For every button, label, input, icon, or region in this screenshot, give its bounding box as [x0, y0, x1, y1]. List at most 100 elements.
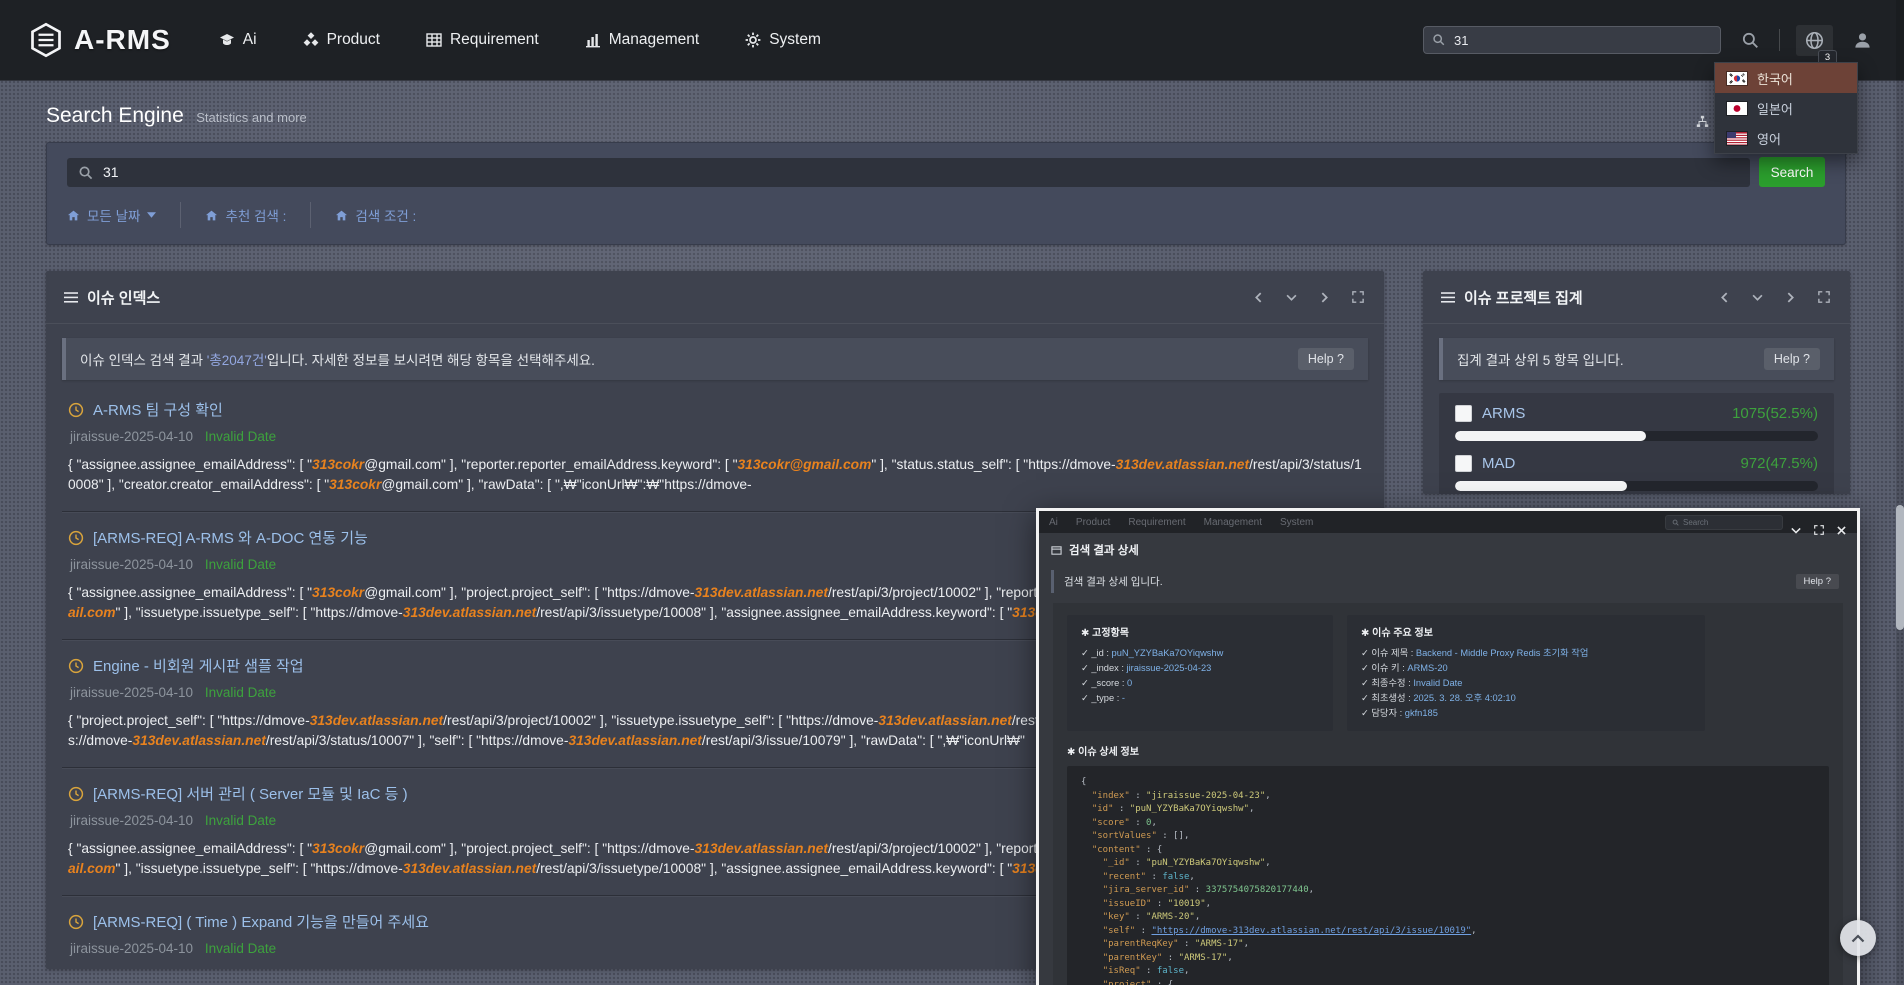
issue-title-link[interactable]: A-RMS 팀 구성 확인: [93, 399, 223, 420]
issue-detail-title: ✱ 이슈 상세 정보: [1067, 743, 1829, 758]
modal-title: 검색 결과 상세: [1069, 542, 1139, 558]
top-navbar: A-RMS Ai Product Requirement Management …: [0, 0, 1904, 80]
modal-maximize-button[interactable]: [1813, 524, 1825, 536]
filter-row: 모든 날짜 추천 검색 : 검색 조건 :: [67, 202, 1825, 228]
search-button[interactable]: Search: [1759, 157, 1825, 187]
help-button[interactable]: Help ?: [1764, 348, 1820, 370]
issue-date: Invalid Date: [205, 941, 276, 956]
page-title-group: Search Engine Statistics and more: [46, 104, 307, 128]
panel-prev-button[interactable]: [1253, 290, 1264, 305]
modal-minimize-button[interactable]: [1790, 524, 1802, 536]
panel-title: 이슈 프로젝트 집계: [1464, 287, 1583, 308]
scrollbar-thumb[interactable]: [1896, 505, 1904, 630]
panel-title-group: 이슈 인덱스: [64, 287, 160, 308]
language-button[interactable]: 3: [1796, 25, 1833, 56]
mini-nav-item: System: [1280, 517, 1313, 528]
nav-item-management[interactable]: Management: [585, 31, 699, 49]
mini-nav-item: Requirement: [1128, 517, 1185, 528]
nav-item-system[interactable]: System: [745, 31, 821, 49]
modal-cards-row: ✱ 고정항목 ✓ _id : puN_YZYBaKa7OYiqwshw ✓ _i…: [1067, 615, 1829, 731]
divider: [310, 202, 311, 228]
checkbox[interactable]: [1455, 455, 1472, 472]
issue-meta: jiraissue-2025-04-10 Invalid Date: [70, 429, 1362, 444]
issue-title-link[interactable]: [ARMS-REQ] A-RMS 와 A-DOC 연동 기능: [93, 527, 368, 548]
user-button[interactable]: [1849, 27, 1876, 54]
project-label: ARMS: [1482, 405, 1525, 422]
scroll-top-button[interactable]: [1840, 920, 1876, 956]
app-screen: A-RMS Ai Product Requirement Management …: [0, 0, 1904, 985]
issue-index-name: jiraissue-2025-04-10: [70, 429, 193, 444]
modal-close-button[interactable]: [1836, 524, 1847, 536]
nav-item-ai[interactable]: Ai: [219, 31, 257, 49]
chevron-down-icon: [1752, 294, 1763, 301]
language-option-label: 한국어: [1757, 69, 1793, 88]
mini-search-label: Search: [1683, 518, 1708, 527]
project-count: 1075(52.5%): [1732, 405, 1818, 422]
panel-controls: [1719, 289, 1832, 305]
japan-flag-icon: [1727, 102, 1747, 115]
chevron-up-icon: [1851, 934, 1865, 943]
fixed-fields-title: ✱ 고정항목: [1081, 624, 1319, 639]
panel-title: 이슈 인덱스: [87, 287, 160, 308]
table-icon: [426, 32, 442, 48]
fixed-fields-card: ✱ 고정항목 ✓ _id : puN_YZYBaKa7OYiqwshw ✓ _i…: [1067, 615, 1333, 731]
chevron-right-icon: [1321, 292, 1328, 303]
issue-list-item[interactable]: A-RMS 팀 구성 확인 jiraissue-2025-04-10 Inval…: [62, 384, 1368, 511]
language-option-korean[interactable]: 한국어: [1715, 63, 1857, 93]
graduation-cap-icon: [219, 32, 235, 48]
cubes-icon: [303, 32, 319, 48]
issue-date: Invalid Date: [205, 813, 276, 828]
brand[interactable]: A-RMS: [28, 22, 171, 58]
help-button[interactable]: Help ?: [1796, 574, 1839, 589]
globe-icon: [1805, 31, 1824, 50]
sitemap-icon: [1696, 115, 1709, 128]
aggregation-row: MAD 972(47.5%): [1455, 455, 1818, 472]
window-icon: [1051, 545, 1062, 556]
nav-item-label: Ai: [243, 31, 257, 49]
panel-collapse-button[interactable]: [1750, 292, 1765, 303]
issue-title-link[interactable]: [ARMS-REQ] 서버 관리 ( Server 모듈 및 IaC 등 ): [93, 783, 408, 804]
navbar-search-input[interactable]: [1423, 26, 1721, 54]
home-icon: [67, 209, 80, 222]
aggregation-row: ARMS 1075(52.5%): [1455, 405, 1818, 422]
nav-item-label: Management: [609, 31, 699, 49]
chevron-left-icon: [1255, 292, 1262, 303]
issue-date: Invalid Date: [205, 685, 276, 700]
nav-item-product[interactable]: Product: [303, 31, 380, 49]
panel-prev-button[interactable]: [1719, 290, 1730, 305]
expand-icon: [1818, 291, 1830, 303]
issue-title-row: A-RMS 팀 구성 확인: [68, 399, 1362, 420]
issue-title-link[interactable]: Engine - 비회원 게시판 샘플 작업: [93, 655, 304, 676]
search-submit-button[interactable]: [1737, 27, 1763, 53]
issue-main-info-title: ✱ 이슈 주요 정보: [1361, 624, 1691, 639]
panel-expand-button[interactable]: [1350, 289, 1366, 305]
filter-recommended-search[interactable]: 추천 검색 :: [205, 205, 286, 225]
help-button[interactable]: Help ?: [1298, 348, 1354, 370]
gear-icon: [745, 32, 761, 48]
panel-next-button[interactable]: [1785, 290, 1796, 305]
issue-index-message: 이슈 인덱스 검색 결과 '총2047건'입니다. 자세한 정보를 보시려면 해…: [80, 349, 595, 369]
filter-all-dates[interactable]: 모든 날짜: [67, 205, 156, 225]
panel-next-button[interactable]: [1319, 290, 1330, 305]
issue-date: Invalid Date: [205, 557, 276, 572]
panel-expand-button[interactable]: [1816, 289, 1832, 305]
korea-flag-icon: [1727, 72, 1747, 85]
issue-title-link[interactable]: [ARMS-REQ] ( Time ) Expand 기능을 만들어 주세요: [93, 911, 429, 932]
checkbox[interactable]: [1455, 405, 1472, 422]
modal-body: ✱ 고정항목 ✓ _id : puN_YZYBaKa7OYiqwshw ✓ _i…: [1053, 603, 1843, 985]
usa-flag-icon: [1727, 132, 1747, 145]
nav-item-requirement[interactable]: Requirement: [426, 31, 539, 49]
project-aggregation-message: 집계 결과 상위 5 항목 입니다.: [1457, 349, 1624, 369]
filter-search-conditions[interactable]: 검색 조건 :: [335, 205, 416, 225]
panel-collapse-button[interactable]: [1284, 292, 1299, 303]
language-option-english[interactable]: 영어: [1715, 123, 1857, 153]
search-panel: Search 모든 날짜 추천 검색 : 검색 조건 :: [46, 142, 1846, 245]
clock-icon: [68, 402, 84, 418]
issue-date: Invalid Date: [205, 429, 276, 444]
issue-index-name: jiraissue-2025-04-10: [70, 557, 193, 572]
page-subtitle: Statistics and more: [196, 110, 307, 125]
search-input[interactable]: [67, 158, 1750, 187]
search-icon: [1672, 519, 1679, 526]
expand-icon: [1814, 525, 1824, 535]
language-option-japanese[interactable]: 일본어: [1715, 93, 1857, 123]
